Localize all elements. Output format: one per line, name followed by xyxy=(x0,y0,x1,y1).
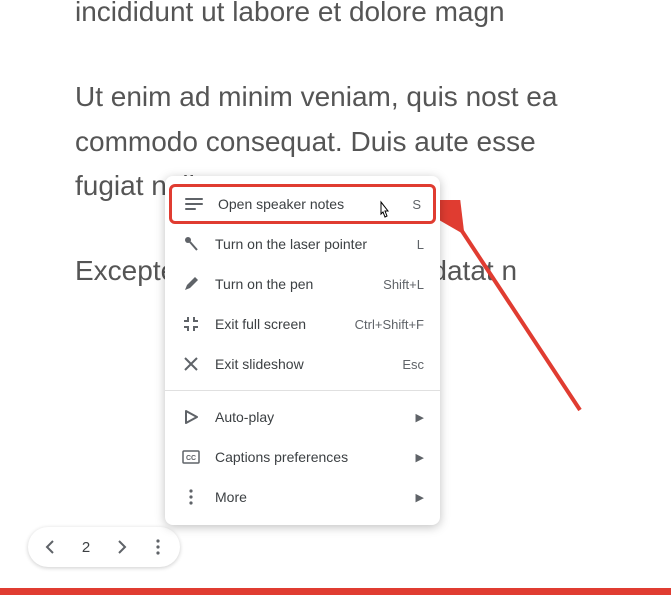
menu-label: Turn on the pen xyxy=(215,276,371,292)
slide-navigation: 2 xyxy=(28,527,180,567)
pen-icon xyxy=(181,274,201,294)
chevron-right-icon: ▶ xyxy=(416,491,424,504)
menu-shortcut: Esc xyxy=(402,357,424,372)
menu-shortcut: Shift+L xyxy=(383,277,424,292)
more-vertical-icon xyxy=(181,487,201,507)
more-options-button[interactable] xyxy=(144,533,172,561)
captions-icon: CC xyxy=(181,447,201,467)
chevron-right-icon: ▶ xyxy=(416,411,424,424)
next-slide-button[interactable] xyxy=(108,533,136,561)
menu-item-laser-pointer[interactable]: Turn on the laser pointer L xyxy=(165,224,440,264)
menu-label: Turn on the laser pointer xyxy=(215,236,405,252)
menu-label: More xyxy=(215,489,404,505)
menu-shortcut: S xyxy=(412,197,421,212)
menu-item-open-speaker-notes[interactable]: Open speaker notes S xyxy=(169,184,436,224)
menu-label: Open speaker notes xyxy=(218,196,400,212)
menu-label: Exit slideshow xyxy=(215,356,390,372)
menu-item-exit-slideshow[interactable]: Exit slideshow Esc xyxy=(165,344,440,384)
laser-pointer-icon xyxy=(181,234,201,254)
play-icon xyxy=(181,407,201,427)
exit-fullscreen-icon xyxy=(181,314,201,334)
slide-number[interactable]: 2 xyxy=(72,539,100,556)
menu-item-autoplay[interactable]: Auto-play ▶ xyxy=(165,397,440,437)
close-icon xyxy=(181,354,201,374)
slide-text-1: incididunt ut labore et dolore magn xyxy=(75,0,596,35)
accent-bar xyxy=(0,588,671,595)
menu-item-pen[interactable]: Turn on the pen Shift+L xyxy=(165,264,440,304)
chevron-right-icon: ▶ xyxy=(416,451,424,464)
menu-item-exit-fullscreen[interactable]: Exit full screen Ctrl+Shift+F xyxy=(165,304,440,344)
prev-slide-button[interactable] xyxy=(36,533,64,561)
menu-item-captions[interactable]: CC Captions preferences ▶ xyxy=(165,437,440,477)
notes-icon xyxy=(184,194,204,214)
menu-label: Auto-play xyxy=(215,409,404,425)
menu-label: Exit full screen xyxy=(215,316,343,332)
menu-item-more[interactable]: More ▶ xyxy=(165,477,440,517)
menu-shortcut: Ctrl+Shift+F xyxy=(355,317,424,332)
menu-shortcut: L xyxy=(417,237,424,252)
context-menu: Open speaker notes S Turn on the laser p… xyxy=(165,176,440,525)
menu-label: Captions preferences xyxy=(215,449,404,465)
svg-text:CC: CC xyxy=(186,455,196,462)
menu-divider xyxy=(165,390,440,391)
cursor-pointer-icon xyxy=(375,200,393,218)
